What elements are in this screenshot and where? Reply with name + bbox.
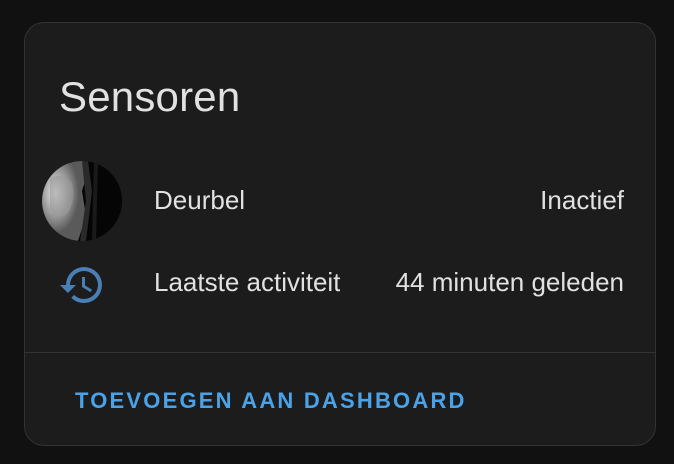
doorbell-camera-thumbnail [42,161,122,241]
sensor-row-value: Inactief [540,185,624,215]
sensor-row-doorbell[interactable]: Deurbel Inactief [25,161,655,241]
sensor-row-value: 44 minuten geleden [395,267,624,297]
sensor-card: Sensoren Deurbel Inactief Laatste activi… [24,22,656,446]
history-icon [58,261,106,309]
add-to-dashboard-button[interactable]: TOEVOEGEN AAN DASHBOARD [61,381,481,421]
sensor-row-last-activity[interactable]: Laatste activiteit 44 minuten geleden [25,243,655,319]
sensor-row-label: Laatste activiteit [154,267,341,297]
card-actions-divider [25,352,655,353]
sensor-row-label: Deurbel [154,185,246,215]
card-title: Sensoren [59,73,241,120]
